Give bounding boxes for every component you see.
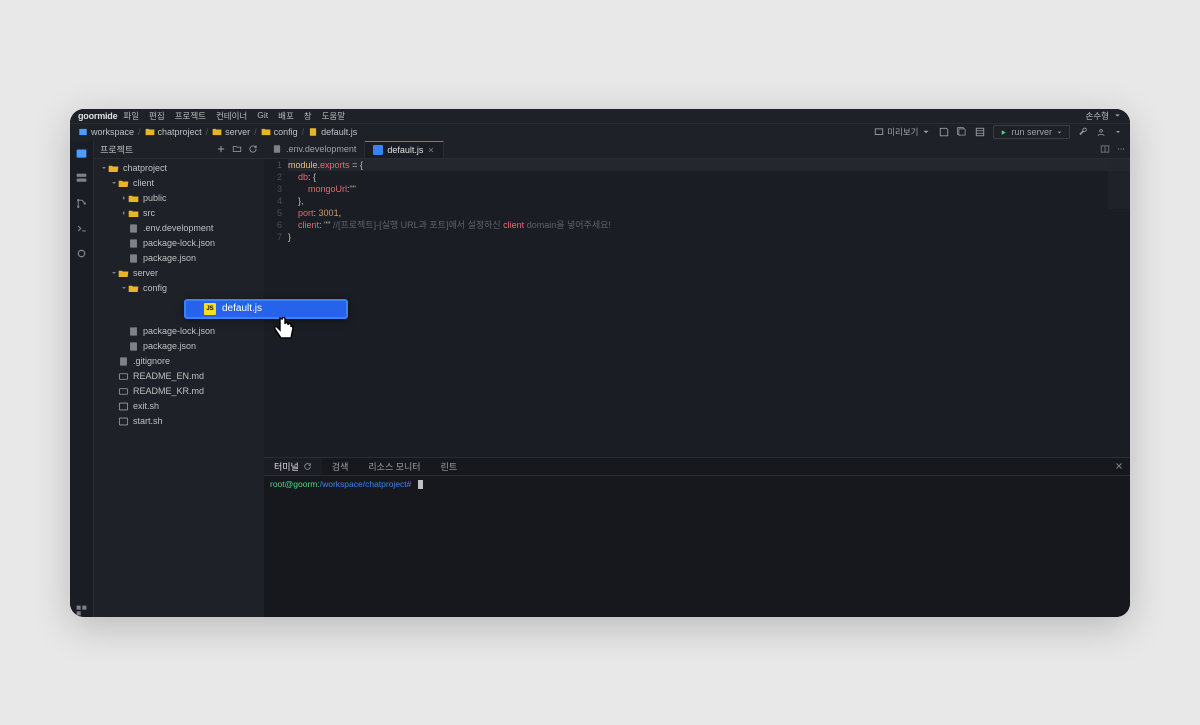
- tree-item-server[interactable]: server: [94, 266, 264, 281]
- code-editor[interactable]: 1234567 module.exports = { db: { mongoUr…: [264, 159, 1130, 457]
- tree-item-package-lock-json[interactable]: package-lock.json: [94, 236, 264, 251]
- user-icon[interactable]: [1096, 127, 1106, 137]
- tab-env-development[interactable]: .env.development: [264, 141, 365, 158]
- debug-icon[interactable]: [75, 247, 88, 260]
- tree-item-package-lock-json[interactable]: package-lock.json: [94, 324, 264, 339]
- refresh-icon[interactable]: [248, 144, 258, 154]
- git-icon[interactable]: [75, 197, 88, 210]
- run-button[interactable]: run server: [993, 125, 1070, 139]
- tree-item-start-sh[interactable]: start.sh: [94, 414, 264, 429]
- tree-item-chatproject[interactable]: chatproject: [94, 161, 264, 176]
- terminal-body[interactable]: root@goorm:/workspace/chatproject#: [264, 476, 1130, 617]
- sidebar: 프로젝트 chatprojectclientpublicsrc.env.deve…: [94, 141, 264, 617]
- menu-deploy[interactable]: 배포: [278, 110, 294, 122]
- menu-help[interactable]: 도움말: [322, 110, 345, 122]
- tree-item-exit-sh[interactable]: exit.sh: [94, 399, 264, 414]
- preview-button[interactable]: 미리보기: [874, 126, 931, 138]
- extensions-icon[interactable]: [75, 604, 88, 617]
- breadcrumb-config[interactable]: config: [261, 127, 298, 137]
- layout-icon[interactable]: [975, 127, 985, 137]
- minimap[interactable]: [1108, 159, 1130, 209]
- terminal-tab-resource[interactable]: 리소스 모니터: [358, 458, 430, 475]
- new-folder-icon[interactable]: [232, 144, 242, 154]
- tree-item-README_EN-md[interactable]: README_EN.md: [94, 369, 264, 384]
- more-icon[interactable]: [1116, 144, 1126, 154]
- close-icon[interactable]: [1114, 461, 1124, 471]
- breadcrumb-server[interactable]: server: [212, 127, 250, 137]
- split-icon[interactable]: [1100, 144, 1110, 154]
- breadcrumb-workspace[interactable]: workspace: [78, 127, 134, 137]
- menu-git[interactable]: Git: [257, 110, 268, 122]
- breadcrumb: workspace / chatproject / server / confi…: [78, 127, 357, 137]
- tree-item-README_KR-md[interactable]: README_KR.md: [94, 384, 264, 399]
- tree-item-src[interactable]: src: [94, 206, 264, 221]
- menu-window[interactable]: 창: [304, 110, 312, 122]
- menu-file[interactable]: 파일: [123, 110, 139, 122]
- js-icon: JS: [204, 303, 216, 315]
- chevron-down-icon[interactable]: [1113, 111, 1122, 120]
- tab-default-js[interactable]: default.js: [365, 141, 444, 158]
- menu-container[interactable]: 컨테이너: [216, 110, 247, 122]
- user-name[interactable]: 손수형: [1086, 110, 1109, 122]
- sidebar-title: 프로젝트: [100, 143, 133, 156]
- menu-bar: 파일 편집 프로젝트 컨테이너 Git 배포 창 도움말: [123, 110, 345, 122]
- file-highlight-label: default.js: [222, 303, 262, 314]
- tree-item-public[interactable]: public: [94, 191, 264, 206]
- tree-item-config[interactable]: config: [94, 281, 264, 296]
- activity-bar: [70, 141, 94, 617]
- tree-item-package-json[interactable]: package.json: [94, 339, 264, 354]
- save-icon[interactable]: [939, 127, 949, 137]
- breadcrumb-chatproject[interactable]: chatproject: [145, 127, 202, 137]
- file-highlight-callout: JS default.js: [184, 299, 348, 319]
- logo: goormide: [78, 111, 117, 121]
- terminal-tab-search[interactable]: 검색: [322, 458, 359, 475]
- tree-item--env-development[interactable]: .env.development: [94, 221, 264, 236]
- wrench-icon[interactable]: [1078, 127, 1088, 137]
- save-all-icon[interactable]: [957, 127, 967, 137]
- cursor-hand-icon: [270, 314, 302, 351]
- refresh-icon[interactable]: [303, 462, 312, 471]
- storage-icon[interactable]: [75, 172, 88, 185]
- terminal-tab-lint[interactable]: 린트: [431, 458, 468, 475]
- terminal-tab-terminal[interactable]: 터미널: [264, 458, 322, 475]
- breadcrumb-default-js[interactable]: default.js: [308, 127, 357, 137]
- menu-edit[interactable]: 편집: [149, 110, 165, 122]
- explorer-icon[interactable]: [75, 147, 88, 160]
- menu-project[interactable]: 프로젝트: [175, 110, 206, 122]
- command-icon[interactable]: [75, 222, 88, 235]
- new-file-icon[interactable]: [216, 144, 226, 154]
- tree-item-client[interactable]: client: [94, 176, 264, 191]
- tree-item--gitignore[interactable]: .gitignore: [94, 354, 264, 369]
- close-icon[interactable]: [427, 146, 435, 154]
- tree-item-package-json[interactable]: package.json: [94, 251, 264, 266]
